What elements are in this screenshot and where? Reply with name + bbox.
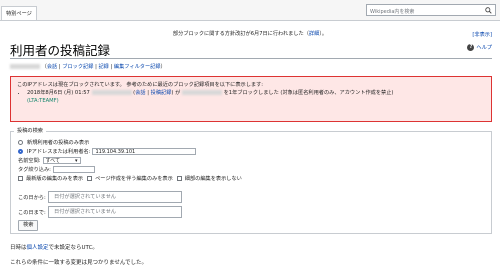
ip-row[interactable]: IPアドレスまたは利用者名: 119.104.39.101 [18, 148, 197, 155]
to-date-label: この日まで: [18, 209, 46, 216]
title-divider [10, 58, 492, 59]
search-button[interactable]: 検索 [18, 220, 39, 231]
ip-field[interactable]: 119.104.39.101 [92, 148, 197, 155]
search-box[interactable]: Wikipedia内を検索 [366, 4, 496, 16]
subtitle-logs-link[interactable]: 記録 [98, 64, 108, 70]
latest-checkbox[interactable] [18, 176, 23, 181]
newbies-radio[interactable] [18, 140, 23, 145]
block-notice: このIPアドレスは現在ブロックされています。 参考のために最近のブロック記録項目… [10, 76, 492, 122]
tab-special-page[interactable]: 特別ページ [1, 6, 37, 20]
minor-label: 細部の編集を表示しない [184, 176, 242, 182]
namespace-select[interactable]: すべて ▾ [42, 157, 81, 164]
block-log-contribs-link[interactable]: 投稿記録 [151, 90, 172, 96]
newpages-checkbox[interactable] [87, 176, 93, 181]
tag-field[interactable] [52, 166, 95, 173]
site-notice-text: 部分ブロックに関する方針改訂が6月7日に行われました（ [172, 31, 309, 37]
block-log-rest: を1年ブロックしました (対象は匿名利用者のみ、アカウント作成を禁止) [223, 90, 394, 96]
block-log-reason[interactable]: (LTA:TEAMF) [27, 98, 59, 104]
search-legend: 投稿の検索 [14, 127, 46, 134]
tag-label: タグ絞り込み: [18, 167, 51, 173]
minor-checkbox[interactable] [176, 176, 182, 181]
site-notice: 部分ブロックに関する方針改訂が6月7日に行われました（詳細）。 [0, 30, 500, 37]
subtitle-talk-link[interactable]: 会話 [47, 64, 57, 70]
subtitle-abuse-log-link[interactable]: 編集フィルター記録 [114, 64, 161, 70]
redacted-blocker [91, 90, 132, 95]
contributions-subtitle: （会話 | ブロック記録 | 記録 | 編集フィルター記録） [10, 63, 166, 70]
site-notice-details-link[interactable]: 詳細 [309, 31, 319, 37]
namespace-label: 名前空間: [18, 158, 41, 164]
redacted-ip [10, 64, 40, 69]
page-title: 利用者の投稿記録 [10, 43, 111, 58]
hide-notice-link[interactable]: [非表示] [472, 31, 492, 38]
from-date-row: この日から: 日付が選択されていません [18, 191, 182, 203]
search-fieldset [10, 131, 492, 234]
block-log-entry: 2018年8月6日 (月) 01:57 (会話 | 投稿記録) が を1年ブロッ… [27, 89, 485, 105]
top-bar: 特別ページ Wikipedia内を検索 [0, 0, 500, 21]
timezone-note: 日時は個人設定で未設定ならUTC。 [10, 245, 98, 251]
site-notice-suffix: ）。 [319, 31, 328, 37]
preferences-link[interactable]: 個人設定 [27, 245, 49, 251]
checkbox-row: 最新版の編集のみを表示 ページ作成を伴う編集のみを表示 細部の編集を表示しない [18, 175, 242, 182]
tag-row: タグ絞り込み: [18, 166, 95, 173]
block-log-time: 2018年8月6日 (月) 01:57 [27, 90, 90, 96]
from-date-label: この日から: [18, 194, 46, 201]
chevron-down-icon: ▾ [74, 158, 78, 164]
latest-label: 最新版の編集のみを表示 [26, 176, 84, 182]
search-icon[interactable] [485, 7, 492, 14]
no-results-message: これらの条件に一致する変更は見つかりませんでした。 [10, 260, 148, 266]
namespace-row: 名前空間: すべて ▾ [18, 157, 81, 164]
help-link[interactable]: ? ヘルプ [467, 44, 492, 51]
question-icon: ? [467, 44, 475, 51]
to-date-input[interactable]: 日付が選択されていません [48, 206, 182, 218]
namespace-value: すべて [45, 158, 60, 164]
search-input[interactable]: Wikipedia内を検索 [370, 8, 414, 15]
ip-radio[interactable] [18, 149, 23, 154]
help-label: ヘルプ [476, 45, 492, 51]
newbies-label: 新規利用者の投稿のみ表示 [27, 140, 90, 146]
block-notice-text: このIPアドレスは現在ブロックされています。 参考のために最近のブロック記録項目… [17, 82, 264, 88]
newbies-row[interactable]: 新規利用者の投稿のみ表示 [18, 139, 89, 146]
subtitle-block-log-link[interactable]: ブロック記録 [62, 64, 93, 70]
to-date-row: この日まで: 日付が選択されていません [18, 206, 182, 218]
block-log-talk-link[interactable]: 会話 [135, 90, 145, 96]
ip-label: IPアドレスまたは利用者名: [27, 149, 91, 155]
redacted-target [181, 90, 222, 95]
newpages-label: ページ作成を伴う編集のみを表示 [95, 176, 173, 182]
from-date-input[interactable]: 日付が選択されていません [48, 191, 182, 203]
